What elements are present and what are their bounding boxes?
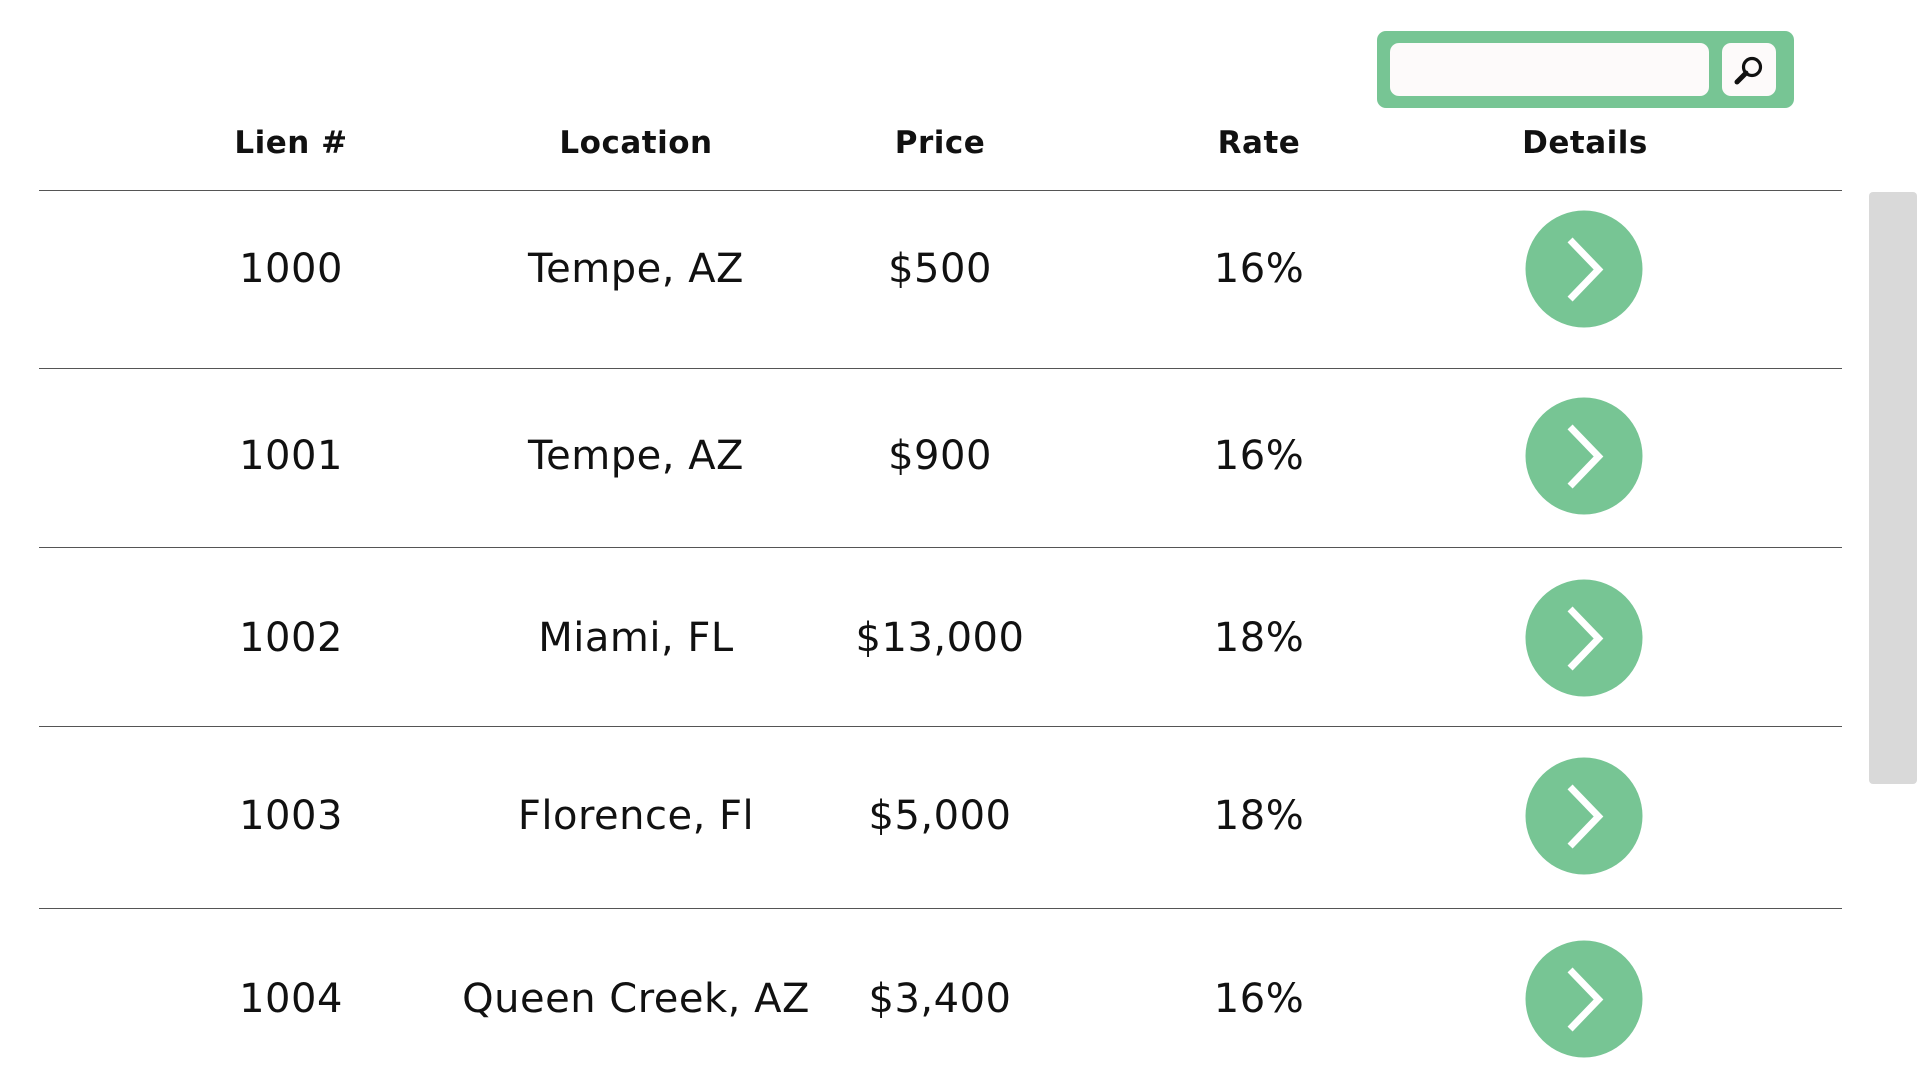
chevron-right-icon (1567, 967, 1603, 1031)
cell-location: Florence, Fl (517, 793, 755, 839)
cell-lien: 1004 (239, 976, 343, 1022)
magnifier-icon (1734, 56, 1763, 84)
cell-lien: 1003 (239, 793, 343, 839)
cell-rate: 18% (1213, 615, 1305, 661)
search-button[interactable] (1722, 43, 1776, 96)
cell-location: Tempe, AZ (528, 246, 744, 292)
column-header-price: Price (894, 125, 986, 161)
column-header-rate: Rate (1217, 125, 1301, 161)
search-input[interactable] (1390, 43, 1709, 96)
chevron-right-icon (1567, 237, 1603, 301)
cell-location: Queen Creek, AZ (462, 976, 810, 1022)
chevron-right-icon (1567, 784, 1603, 848)
cell-lien: 1002 (239, 615, 343, 661)
table-header: Lien # Location Price Rate Details (0, 125, 1920, 175)
cell-price: $500 (888, 246, 992, 292)
details-button[interactable] (1525, 579, 1643, 697)
details-button[interactable] (1525, 940, 1643, 1058)
row-divider (39, 908, 1842, 909)
table-row: 1004 Queen Creek, AZ $3,400 16% (0, 940, 1920, 1058)
cell-lien: 1000 (239, 246, 343, 292)
header-divider (39, 190, 1842, 191)
column-header-details: Details (1522, 125, 1648, 161)
table-row: 1001 Tempe, AZ $900 16% (0, 397, 1920, 515)
cell-rate: 16% (1213, 976, 1305, 1022)
row-divider (39, 547, 1842, 548)
chevron-right-icon (1567, 606, 1603, 670)
table-row: 1000 Tempe, AZ $500 16% (0, 210, 1920, 328)
table-row: 1003 Florence, Fl $5,000 18% (0, 757, 1920, 875)
cell-price: $900 (888, 433, 992, 479)
search-box (1377, 31, 1794, 108)
details-button[interactable] (1525, 210, 1643, 328)
row-divider (39, 368, 1842, 369)
scrollbar[interactable] (1869, 192, 1917, 784)
cell-location: Miami, FL (538, 615, 734, 661)
cell-price: $13,000 (855, 615, 1025, 661)
cell-lien: 1001 (239, 433, 343, 479)
cell-location: Tempe, AZ (528, 433, 744, 479)
cell-rate: 16% (1213, 433, 1305, 479)
column-header-location: Location (559, 125, 713, 161)
row-divider (39, 726, 1842, 727)
cell-price: $3,400 (868, 976, 1012, 1022)
cell-price: $5,000 (868, 793, 1012, 839)
details-button[interactable] (1525, 757, 1643, 875)
table-row: 1002 Miami, FL $13,000 18% (0, 579, 1920, 697)
column-header-lien: Lien # (234, 125, 348, 161)
details-button[interactable] (1525, 397, 1643, 515)
chevron-right-icon (1567, 424, 1603, 488)
cell-rate: 16% (1213, 246, 1305, 292)
cell-rate: 18% (1213, 793, 1305, 839)
